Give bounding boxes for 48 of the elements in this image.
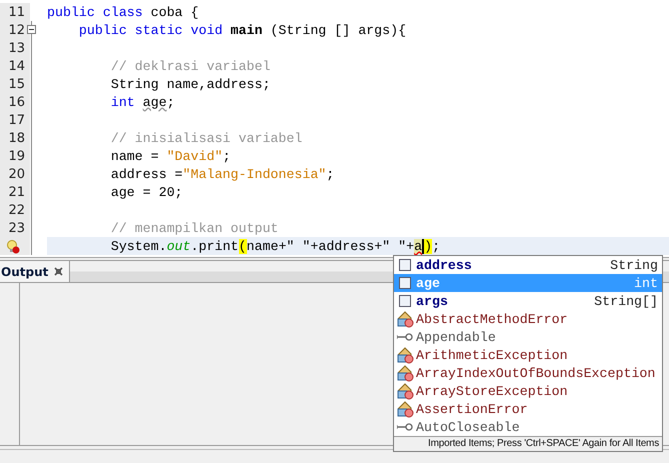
variable-icon — [399, 295, 411, 307]
class-icon — [396, 310, 414, 328]
code-line: public static void main (String [] args){ — [78, 22, 406, 38]
line-number: 18 — [8, 130, 25, 146]
completion-item[interactable]: ArrayStoreException — [394, 382, 662, 400]
variable-icon — [399, 277, 411, 289]
class-icon — [396, 364, 414, 382]
completion-item[interactable]: AbstractMethodError — [394, 310, 662, 328]
completion-item[interactable]: ArrayIndexOutOfBoundsException — [394, 364, 662, 382]
line-number: 17 — [8, 112, 25, 128]
line-number: 22 — [8, 202, 25, 218]
interface-icon — [397, 423, 413, 431]
code-line: String name,address; — [110, 76, 270, 92]
line-number: 19 — [8, 148, 25, 164]
completion-item[interactable]: Appendable — [394, 328, 662, 346]
code-line: System.out.print(name+" "+address+" "+a); — [110, 238, 440, 254]
completion-item[interactable]: args String[] — [394, 292, 662, 310]
code-line: public class coba { — [47, 4, 199, 20]
line-number: 12 — [8, 22, 25, 38]
line-number: 23 — [8, 220, 25, 236]
code-line: int age; — [110, 94, 175, 110]
error-hint-icon[interactable] — [6, 238, 20, 254]
line-number: 14 — [8, 58, 25, 74]
collapse-icon[interactable] — [27, 25, 36, 34]
class-icon — [396, 382, 414, 400]
code-line: age = 20; — [110, 184, 183, 200]
completion-item[interactable]: address String — [394, 256, 662, 274]
interface-icon — [397, 333, 413, 341]
code-line: // inisialisasi variabel — [110, 130, 302, 146]
variable-icon — [399, 259, 411, 271]
class-icon — [396, 400, 414, 418]
close-icon[interactable] — [54, 267, 64, 276]
code-line: address ="Malang-Indonesia"; — [110, 166, 334, 182]
completion-item[interactable]: ArithmeticException — [394, 346, 662, 364]
code-line: // deklrasi variabel — [110, 58, 270, 74]
line-number: 15 — [8, 76, 25, 92]
code-line: // menampilkan output — [110, 220, 278, 236]
completion-item[interactable]: AssertionError — [394, 400, 662, 418]
completion-hint: Imported Items; Press 'Ctrl+SPACE' Again for All Items — [428, 438, 659, 449]
code-line: name = "David"; — [110, 148, 231, 164]
line-number: 16 — [8, 94, 25, 110]
line-number: 11 — [8, 4, 25, 20]
line-number: 20 — [8, 166, 25, 182]
class-icon — [396, 346, 414, 364]
line-number: 21 — [8, 184, 25, 200]
completion-item[interactable]: AutoCloseable — [394, 418, 662, 436]
output-tab[interactable]: Output — [0, 261, 70, 282]
line-number: 13 — [8, 40, 25, 56]
